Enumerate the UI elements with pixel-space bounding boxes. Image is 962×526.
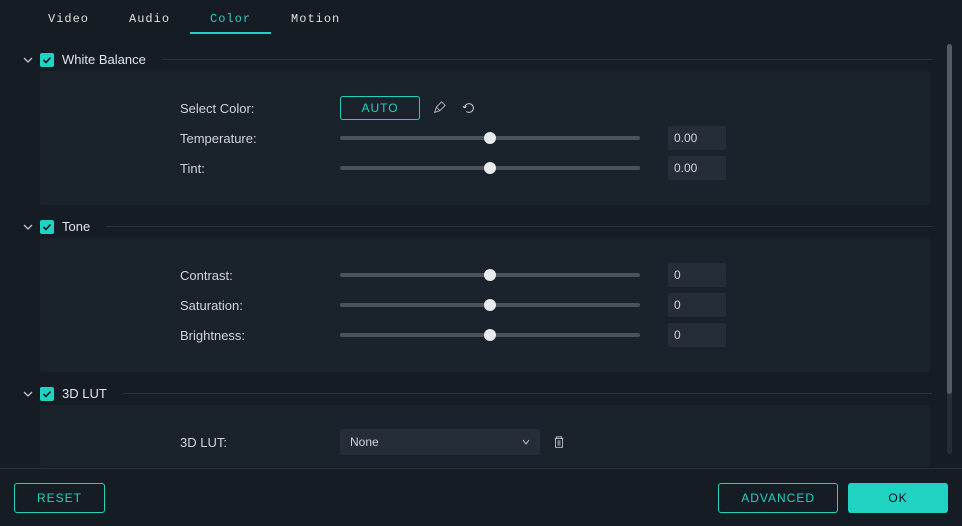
checkbox-tone[interactable] <box>40 220 54 234</box>
section-title: Tone <box>62 219 90 234</box>
tab-color[interactable]: Color <box>190 8 271 34</box>
eyedropper-icon[interactable] <box>428 97 450 119</box>
scrollbar[interactable] <box>947 44 952 454</box>
section-title: 3D LUT <box>62 386 107 401</box>
slider-tint[interactable] <box>340 166 640 170</box>
reset-icon[interactable] <box>458 97 480 119</box>
row-temperature: Temperature: <box>180 123 910 153</box>
label-brightness: Brightness: <box>180 328 340 343</box>
slider-thumb[interactable] <box>484 269 496 281</box>
section-tone: Tone Contrast: Saturation: Brightness: <box>0 205 942 372</box>
auto-button[interactable]: AUTO <box>340 96 420 120</box>
slider-thumb[interactable] <box>484 299 496 311</box>
advanced-button[interactable]: ADVANCED <box>718 483 838 513</box>
row-3d-lut: 3D LUT: None <box>180 427 910 457</box>
label-select-color: Select Color: <box>180 101 340 116</box>
chevron-down-icon[interactable] <box>22 388 34 400</box>
label-temperature: Temperature: <box>180 131 340 146</box>
slider-contrast[interactable] <box>340 273 640 277</box>
chevron-down-icon[interactable] <box>22 221 34 233</box>
label-tint: Tint: <box>180 161 340 176</box>
select-3d-lut[interactable]: None <box>340 429 540 455</box>
section-body-3d-lut: 3D LUT: None <box>40 405 930 467</box>
input-brightness[interactable] <box>668 323 726 347</box>
row-tint: Tint: <box>180 153 910 183</box>
section-divider <box>123 393 932 394</box>
slider-brightness[interactable] <box>340 333 640 337</box>
checkbox-white-balance[interactable] <box>40 53 54 67</box>
slider-thumb[interactable] <box>484 162 496 174</box>
row-brightness: Brightness: <box>180 320 910 350</box>
footer: RESET ADVANCED OK <box>0 468 962 526</box>
label-contrast: Contrast: <box>180 268 340 283</box>
section-3d-lut: 3D LUT 3D LUT: None <box>0 372 942 467</box>
section-divider <box>106 226 932 227</box>
section-divider <box>162 59 932 60</box>
section-header-3d-lut: 3D LUT <box>22 386 942 401</box>
label-3d-lut: 3D LUT: <box>180 435 340 450</box>
label-saturation: Saturation: <box>180 298 340 313</box>
section-white-balance: White Balance Select Color: AUTO Tempera… <box>0 38 942 205</box>
section-body-tone: Contrast: Saturation: Brightness: <box>40 238 930 372</box>
tab-video[interactable]: Video <box>28 8 109 34</box>
row-select-color: Select Color: AUTO <box>180 93 910 123</box>
section-header-tone: Tone <box>22 219 942 234</box>
slider-thumb[interactable] <box>484 329 496 341</box>
footer-right: ADVANCED OK <box>718 483 948 513</box>
tab-audio[interactable]: Audio <box>109 8 190 34</box>
reset-button[interactable]: RESET <box>14 483 105 513</box>
tab-motion[interactable]: Motion <box>271 8 360 34</box>
input-saturation[interactable] <box>668 293 726 317</box>
ok-button[interactable]: OK <box>848 483 948 513</box>
scrollbar-thumb[interactable] <box>947 44 952 394</box>
row-saturation: Saturation: <box>180 290 910 320</box>
content-scroll: White Balance Select Color: AUTO Tempera… <box>0 34 942 468</box>
section-body-white-balance: Select Color: AUTO Temperature: <box>40 71 930 205</box>
row-contrast: Contrast: <box>180 260 910 290</box>
section-title: White Balance <box>62 52 146 67</box>
slider-thumb[interactable] <box>484 132 496 144</box>
input-contrast[interactable] <box>668 263 726 287</box>
slider-temperature[interactable] <box>340 136 640 140</box>
input-temperature[interactable] <box>668 126 726 150</box>
checkbox-3d-lut[interactable] <box>40 387 54 401</box>
chevron-down-icon <box>522 438 530 446</box>
tabs-bar: Video Audio Color Motion <box>0 0 962 34</box>
input-tint[interactable] <box>668 156 726 180</box>
slider-saturation[interactable] <box>340 303 640 307</box>
select-value: None <box>350 435 379 449</box>
section-header-white-balance: White Balance <box>22 52 942 67</box>
trash-icon[interactable] <box>548 431 570 453</box>
chevron-down-icon[interactable] <box>22 54 34 66</box>
